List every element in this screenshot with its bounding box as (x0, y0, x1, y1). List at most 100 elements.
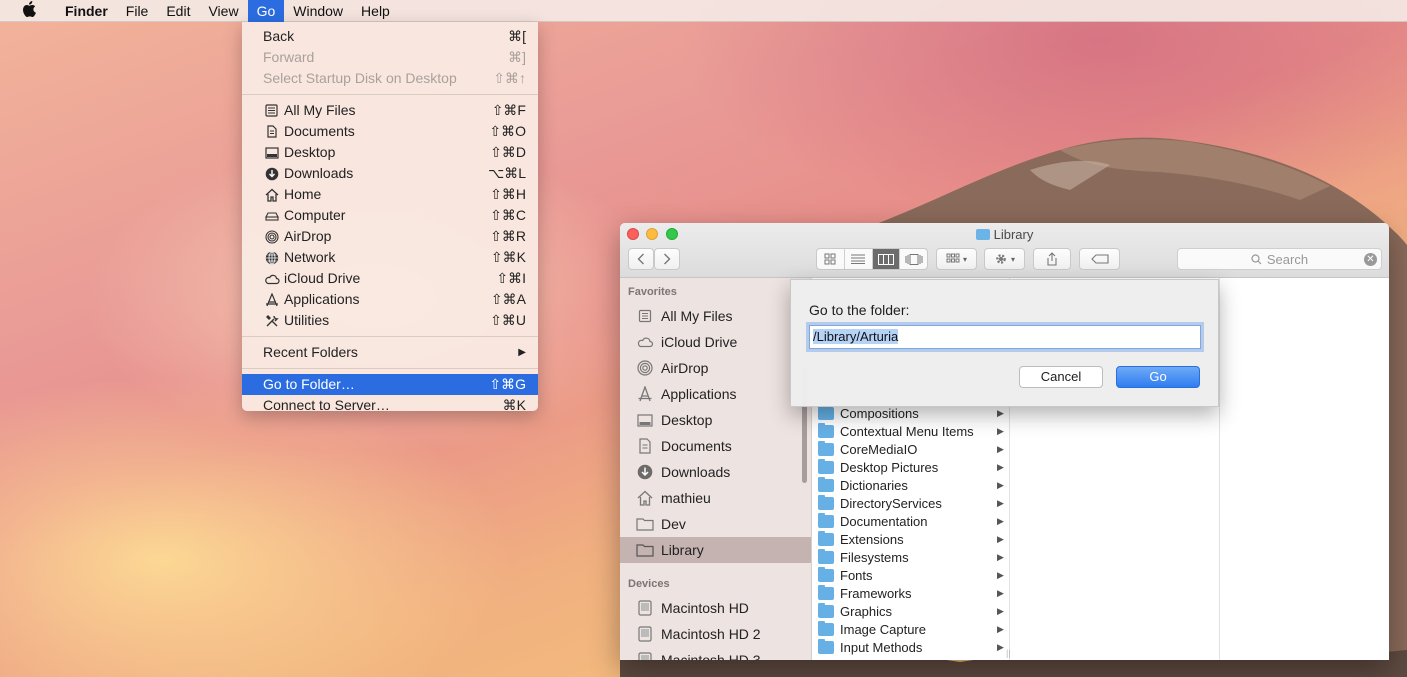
share-button[interactable] (1033, 248, 1071, 270)
list-item[interactable]: Input Methods ▶ (813, 638, 1009, 656)
list-item[interactable]: Filesystems ▶ (813, 548, 1009, 566)
list-item[interactable]: Fonts ▶ (813, 566, 1009, 584)
sidebar-item-downloads[interactable]: Downloads (620, 459, 811, 485)
hard-drive-icon (636, 600, 654, 616)
cover-flow-button[interactable] (900, 249, 927, 269)
window-title-text: Library (993, 227, 1034, 242)
apple-menu-icon[interactable] (18, 0, 40, 21)
menu-item-label: Back (263, 28, 295, 44)
menu-separator (242, 336, 538, 337)
arrange-grid-icon (946, 253, 960, 263)
folder-label: Desktop Pictures (840, 459, 939, 475)
home-icon (263, 188, 280, 202)
list-item[interactable]: Dictionaries ▶ (813, 476, 1009, 494)
menu-item-go-to-folder[interactable]: Go to Folder… ⇧⌘G (242, 374, 538, 395)
sidebar-item-label: Library (661, 542, 704, 558)
menu-finder[interactable]: Finder (56, 0, 117, 22)
list-item[interactable]: Documentation ▶ (813, 512, 1009, 530)
sidebar-item-library[interactable]: Library (620, 537, 811, 563)
menu-item-label: AirDrop (284, 228, 332, 244)
sidebar-item-applications[interactable]: Applications (620, 381, 811, 407)
sidebar-item-airdrop[interactable]: AirDrop (620, 355, 811, 381)
tags-button[interactable] (1079, 248, 1120, 270)
menu-item-network[interactable]: Network ⇧⌘K (242, 247, 538, 268)
list-view-button[interactable] (845, 249, 873, 269)
list-item[interactable]: DirectoryServices ▶ (813, 494, 1009, 512)
menu-edit[interactable]: Edit (157, 0, 199, 22)
disclosure-arrow-icon: ▶ (997, 569, 1004, 580)
go-button[interactable]: Go (1116, 366, 1200, 388)
menu-window[interactable]: Window (284, 0, 352, 22)
folder-label: CoreMediaIO (840, 441, 918, 457)
menu-item-select-startup-disk[interactable]: Select Startup Disk on Desktop ⇧⌘↑ (242, 68, 538, 89)
back-button[interactable] (628, 248, 654, 270)
column-view-button[interactable] (872, 249, 901, 269)
home-icon (636, 490, 654, 506)
icon-view-button[interactable] (817, 249, 845, 269)
menu-item-applications[interactable]: Applications ⇧⌘A (242, 289, 538, 310)
menu-help[interactable]: Help (352, 0, 399, 22)
sidebar-item-documents[interactable]: Documents (620, 433, 811, 459)
sidebar-item-home[interactable]: mathieu (620, 485, 811, 511)
clear-search-icon[interactable]: ✕ (1364, 253, 1377, 266)
menu-file[interactable]: File (117, 0, 158, 22)
list-item[interactable]: Contextual Menu Items ▶ (813, 422, 1009, 440)
menu-view[interactable]: View (199, 0, 247, 22)
folder-label: DirectoryServices (840, 495, 942, 511)
folder-path-input[interactable]: /Library/Arturia (809, 325, 1201, 349)
menu-item-home[interactable]: Home ⇧⌘H (242, 184, 538, 205)
menu-item-shortcut: ⇧⌘C (490, 207, 526, 223)
menu-item-utilities[interactable]: Utilities ⇧⌘U (242, 310, 538, 331)
sidebar-item-macintosh-hd-3[interactable]: Macintosh HD 3 (620, 647, 811, 660)
folder-icon (636, 516, 654, 532)
menu-item-airdrop[interactable]: AirDrop ⇧⌘R (242, 226, 538, 247)
sidebar-item-all-my-files[interactable]: All My Files (620, 303, 811, 329)
menu-separator (242, 94, 538, 95)
menu-item-recent-folders[interactable]: Recent Folders ▶ (242, 342, 538, 363)
menu-item-documents[interactable]: Documents ⇧⌘O (242, 121, 538, 142)
folder-label: Fonts (840, 567, 873, 583)
folder-icon (818, 494, 834, 510)
folder-icon (818, 548, 834, 564)
cancel-button[interactable]: Cancel (1019, 366, 1103, 388)
go-menu: Back ⌘[ Forward ⌘] Select Startup Disk o… (242, 22, 538, 413)
menu-item-downloads[interactable]: Downloads ⌥⌘L (242, 163, 538, 184)
menu-item-label: Select Startup Disk on Desktop (263, 70, 457, 86)
menu-item-label: iCloud Drive (284, 270, 361, 286)
menu-item-forward[interactable]: Forward ⌘] (242, 47, 538, 68)
menu-item-desktop[interactable]: Desktop ⇧⌘D (242, 142, 538, 163)
menu-go[interactable]: Go (247, 0, 285, 22)
search-field[interactable]: Search ✕ (1177, 248, 1382, 270)
list-item[interactable]: Image Capture ▶ (813, 620, 1009, 638)
sidebar-item-icloud-drive[interactable]: iCloud Drive (620, 329, 811, 355)
menu-item-back[interactable]: Back ⌘[ (242, 26, 538, 47)
sidebar-item-dev[interactable]: Dev (620, 511, 811, 537)
action-button[interactable]: ▾ (984, 248, 1025, 270)
arrange-button[interactable]: ▾ (936, 248, 977, 270)
menu-item-label: Connect to Server… (263, 397, 390, 413)
menu-item-label: Network (284, 249, 336, 265)
menu-item-label: Documents (284, 123, 355, 139)
list-item[interactable]: Graphics ▶ (813, 602, 1009, 620)
list-item[interactable]: CoreMediaIO ▶ (813, 440, 1009, 458)
sidebar-item-desktop[interactable]: Desktop (620, 407, 811, 433)
window-titlebar: Library ▾ ▾ Search ✕ (620, 223, 1389, 278)
forward-button[interactable] (654, 248, 680, 270)
chevron-right-icon (664, 253, 671, 265)
list-item[interactable]: Frameworks ▶ (813, 584, 1009, 602)
go-to-folder-dialog: Go to the folder: /Library/Arturia Cance… (790, 279, 1219, 407)
menu-item-shortcut: ⇧⌘F (491, 102, 526, 118)
menu-item-computer[interactable]: Computer ⇧⌘C (242, 205, 538, 226)
icloud-icon (636, 334, 654, 350)
sidebar-item-macintosh-hd[interactable]: Macintosh HD (620, 595, 811, 621)
list-item[interactable]: Desktop Pictures ▶ (813, 458, 1009, 476)
menu-item-label: Go to Folder… (263, 376, 355, 392)
menu-item-connect-to-server[interactable]: Connect to Server… ⌘K (242, 395, 538, 416)
list-item[interactable]: Extensions ▶ (813, 530, 1009, 548)
search-icon (1251, 253, 1262, 264)
menu-item-label: Recent Folders (263, 344, 358, 360)
menu-item-icloud-drive[interactable]: iCloud Drive ⇧⌘I (242, 268, 538, 289)
menu-item-all-my-files[interactable]: All My Files ⇧⌘F (242, 100, 538, 121)
sidebar-item-macintosh-hd-2[interactable]: Macintosh HD 2 (620, 621, 811, 647)
folder-label: Image Capture (840, 621, 926, 637)
